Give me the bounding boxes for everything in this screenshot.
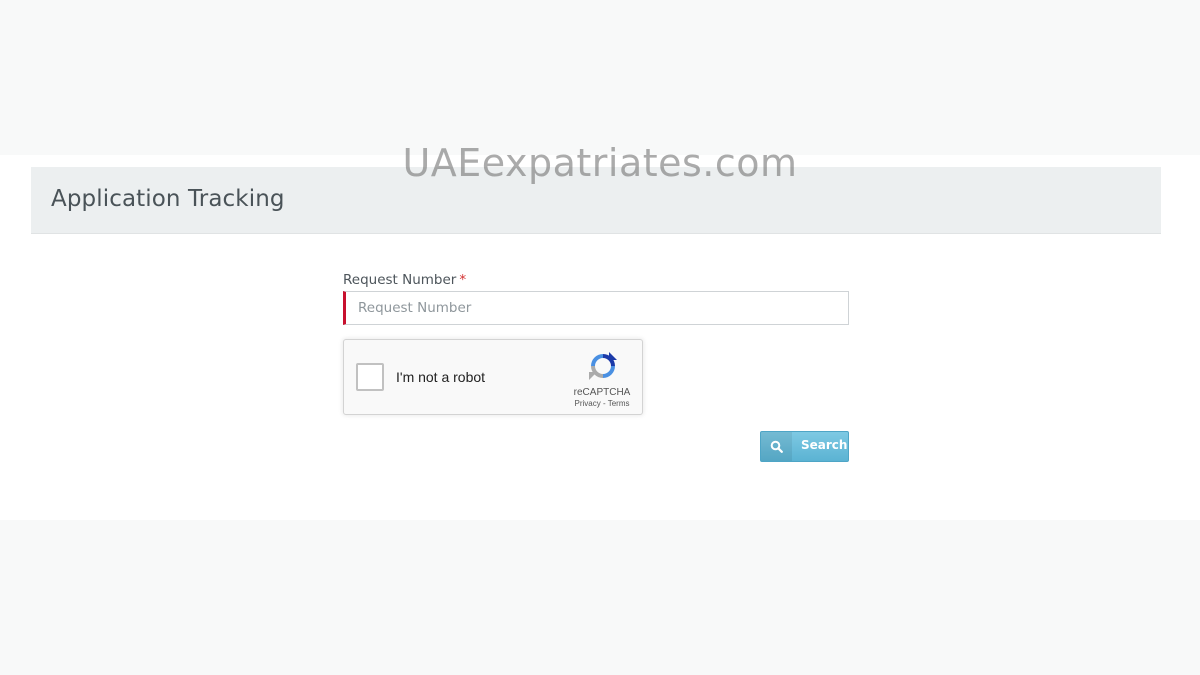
recaptcha-widget: I'm not a robot reCAPTCHA Privacy - Term… [343, 339, 643, 415]
recaptcha-privacy-terms-links[interactable]: Privacy - Terms [562, 399, 642, 408]
required-marker: * [459, 272, 467, 288]
main-panel: Application Tracking Request Number* I'm… [0, 155, 1200, 520]
recaptcha-label: I'm not a robot [396, 369, 486, 385]
request-number-label-text: Request Number [343, 272, 457, 288]
recaptcha-checkbox[interactable] [356, 363, 384, 391]
page-header: Application Tracking [31, 167, 1161, 234]
request-number-label: Request Number * [343, 272, 466, 288]
bottom-band [0, 520, 1200, 675]
search-icon-wrap [761, 432, 792, 461]
search-icon [770, 440, 783, 453]
search-button-label: Search [801, 438, 848, 452]
search-button[interactable]: Search [760, 431, 849, 462]
recaptcha-logo-icon [589, 352, 617, 380]
page-title: Application Tracking [51, 186, 285, 212]
request-number-input[interactable] [343, 291, 849, 325]
recaptcha-brand: reCAPTCHA [573, 387, 631, 398]
top-band [0, 0, 1200, 155]
